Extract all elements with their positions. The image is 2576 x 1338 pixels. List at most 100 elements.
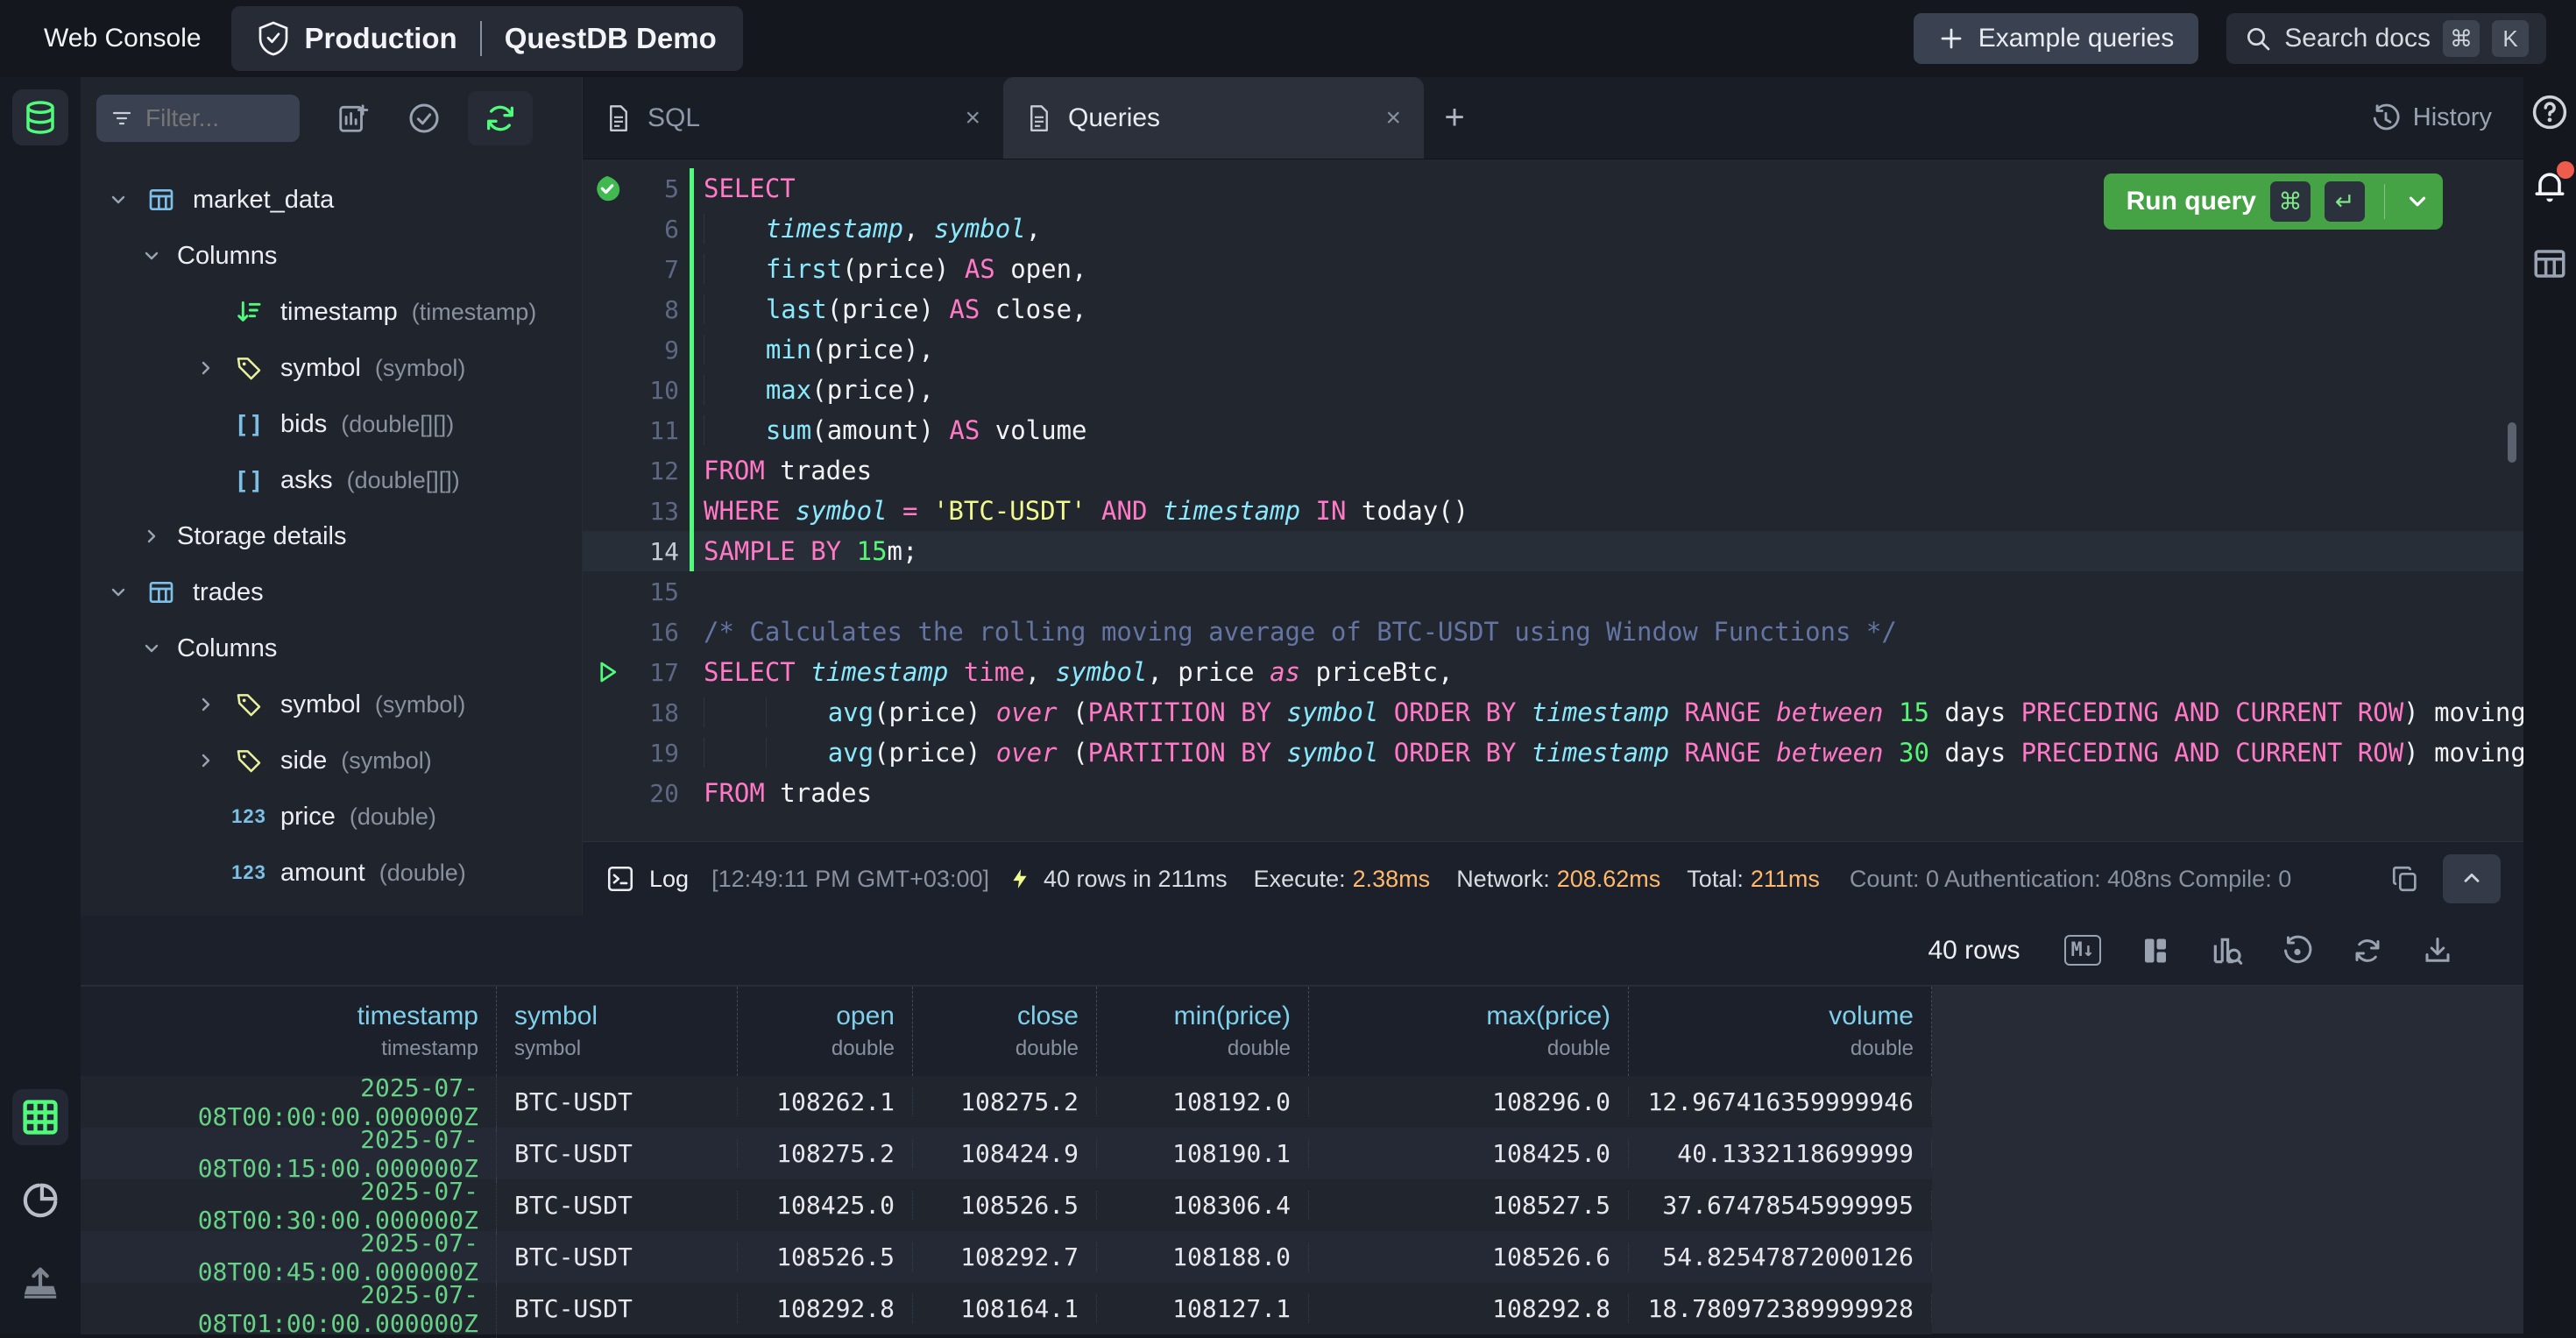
tree-item-bids[interactable]: []bids(double[][]) [81,396,582,452]
tree-item-symbol[interactable]: symbol(symbol) [81,676,582,733]
new-tab-button[interactable]: + [1424,77,1485,159]
grid-body[interactable]: 2025-07-08T00:00:00.000000ZBTC-USDT10826… [81,1076,1932,1334]
tree-item-price[interactable]: 123price(double) [81,789,582,845]
close-icon[interactable]: × [965,103,980,133]
tree-item-timestamp[interactable]: timestamp(timestamp) [81,284,582,340]
chevron-right-icon[interactable] [193,694,219,715]
table-row[interactable]: 2025-07-08T00:45:00.000000ZBTC-USDT10852… [81,1231,1932,1283]
chevron-down-icon[interactable] [105,582,131,603]
grid-view-button[interactable] [12,1089,68,1145]
chevron-right-icon[interactable] [138,526,165,547]
table-row[interactable]: 2025-07-08T01:00:00.000000ZBTC-USDT10829… [81,1283,1932,1334]
tab-queries[interactable]: Queries× [1003,77,1424,159]
code-line-19[interactable]: 19 avg(price) over (PARTITION BY symbol … [583,733,2523,773]
table-panel-icon[interactable] [2531,245,2568,282]
code-line-12[interactable]: 12FROM trades [583,450,2523,491]
chevron-down-icon[interactable] [2404,188,2431,215]
environment-name: Production [305,22,457,55]
code-line-18[interactable]: 18 avg(price) over (PARTITION BY symbol … [583,692,2523,733]
run-query-button[interactable]: Run query ⌘ ↵ [2104,173,2443,230]
history-icon[interactable] [2282,935,2313,966]
close-icon[interactable]: × [1385,103,1401,133]
chevron-right-icon[interactable] [193,750,219,771]
code-line-15[interactable]: 15 [583,571,2523,612]
help-icon[interactable] [2530,93,2569,131]
notifications-bell-icon[interactable] [2530,166,2569,205]
tree-item-Columns[interactable]: Columns [81,620,582,676]
column-header-min(price)[interactable]: min(price)double [1097,987,1309,1076]
cell-open: 108262.1 [738,1087,913,1116]
chart-icon[interactable] [2210,934,2243,967]
pill-divider [480,21,482,56]
results-panel: 40 rows M↓ timestamptimestampsymbolsymbo… [81,916,2523,1334]
code-area[interactable]: 5SELECT6 timestamp, symbol,7 first(price… [583,159,2523,813]
code-line-20[interactable]: 20FROM trades [583,773,2523,813]
chevron-down-icon[interactable] [138,638,165,659]
chevron-right-icon[interactable] [193,358,219,379]
column-type: double [931,1037,1079,1061]
tree-item-timestamp[interactable]: timestamp(timestamp) [81,901,582,916]
add-materialized-view-icon[interactable] [336,102,370,135]
code-line-7[interactable]: 7 first(price) AS open, [583,249,2523,289]
chevron-down-icon[interactable] [138,245,165,266]
history-button[interactable]: History [2371,77,2492,159]
table-row[interactable]: 2025-07-08T00:00:00.000000ZBTC-USDT10826… [81,1076,1932,1128]
example-queries-button[interactable]: Example queries [1914,13,2198,64]
instance-pill[interactable]: Production QuestDB Demo [231,6,743,71]
code-line-16[interactable]: 16/* Calculates the rolling moving avera… [583,612,2523,652]
tree-item-trades[interactable]: trades [81,564,582,620]
column-header-close[interactable]: closedouble [913,987,1097,1076]
filter-input[interactable] [145,104,277,132]
tree-item-side[interactable]: side(symbol) [81,733,582,789]
cell-min(price): 108306.4 [1097,1191,1309,1220]
column-header-max(price)[interactable]: max(price)double [1309,987,1629,1076]
filter-input-box[interactable] [96,95,300,142]
check-circle-icon[interactable] [407,101,442,136]
num-icon: 123 [231,861,266,884]
tree-item-Storage details[interactable]: Storage details [81,508,582,564]
collapse-log-button[interactable] [2443,854,2501,903]
code-line-14[interactable]: 14SAMPLE BY 15m; [583,531,2523,571]
copy-markdown-icon[interactable]: M↓ [2064,935,2102,966]
column-header-symbol[interactable]: symbolsymbol [497,987,738,1076]
tree-item-label: amount [280,859,365,888]
network-label: Network: [1456,866,1550,893]
import-button[interactable] [12,1253,68,1309]
tree-item-market_data[interactable]: market_data [81,172,582,228]
cell-open: 108275.2 [738,1139,913,1168]
chevron-down-icon[interactable] [105,189,131,210]
tree-item-symbol[interactable]: symbol(symbol) [81,340,582,396]
refresh-icon[interactable] [2352,935,2383,966]
database-nav-button[interactable] [12,89,68,145]
freeze-columns-icon[interactable] [2140,935,2171,966]
download-icon[interactable] [2422,935,2453,966]
grid-header-row: timestamptimestampsymbolsymbolopendouble… [81,987,1932,1076]
tab-sql[interactable]: SQL× [583,77,1003,159]
run-line-icon[interactable] [583,659,632,685]
column-type: timestamp [98,1037,478,1061]
search-docs-button[interactable]: Search docs ⌘ K [2226,13,2546,64]
query-success-icon[interactable] [583,173,632,203]
tree-item-amount[interactable]: 123amount(double) [81,845,582,901]
column-header-open[interactable]: opendouble [738,987,913,1076]
code-line-13[interactable]: 13WHERE symbol = 'BTC-USDT' AND timestam… [583,491,2523,531]
sql-editor[interactable]: 5SELECT6 timestamp, symbol,7 first(price… [583,159,2523,841]
code-line-17[interactable]: 17SELECT timestamp time, symbol, price a… [583,652,2523,692]
code-line-9[interactable]: 9 min(price), [583,329,2523,370]
editor-scrollbar[interactable] [2508,422,2516,463]
chart-view-button[interactable] [12,1172,68,1228]
code-line-11[interactable]: 11 sum(amount) AS volume [583,410,2523,450]
table-row[interactable]: 2025-07-08T00:15:00.000000ZBTC-USDT10827… [81,1128,1932,1179]
results-grid[interactable]: timestamptimestampsymbolsymbolopendouble… [81,987,1932,1334]
column-header-volume[interactable]: volumedouble [1629,987,1932,1076]
cell-symbol: BTC-USDT [497,1087,738,1116]
code-line-8[interactable]: 8 last(price) AS close, [583,289,2523,329]
tree-item-asks[interactable]: []asks(double[][]) [81,452,582,508]
tree-item-label: bids [280,410,327,439]
copy-icon[interactable] [2390,864,2420,894]
column-header-timestamp[interactable]: timestamptimestamp [81,987,497,1076]
refresh-schema-button[interactable] [468,91,533,145]
code-line-10[interactable]: 10 max(price), [583,370,2523,410]
table-row[interactable]: 2025-07-08T00:30:00.000000ZBTC-USDT10842… [81,1179,1932,1231]
tree-item-Columns[interactable]: Columns [81,228,582,284]
